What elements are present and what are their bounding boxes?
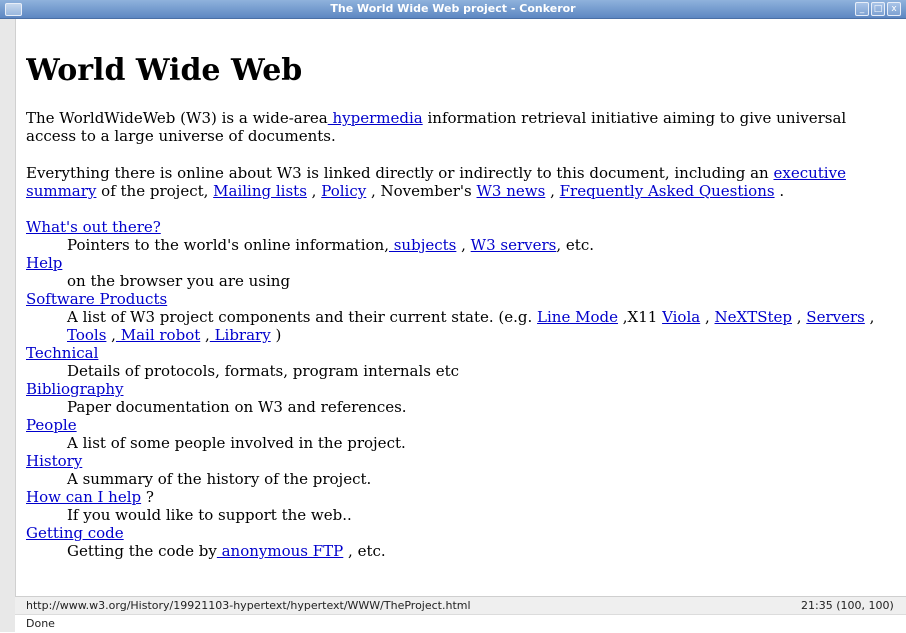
- page-content: World Wide Web The WorldWideWeb (W3) is …: [26, 19, 906, 594]
- minimize-icon[interactable]: _: [855, 2, 869, 16]
- list-item: Technical: [26, 344, 906, 362]
- link-tools[interactable]: Tools: [67, 326, 106, 344]
- list-item-description: A list of W3 project components and thei…: [67, 308, 875, 344]
- link-library[interactable]: Library: [210, 326, 271, 344]
- list-item: Help: [26, 254, 906, 272]
- link-people[interactable]: People: [26, 416, 77, 434]
- list-item: Getting code: [26, 524, 906, 542]
- minibuffer[interactable]: Done: [15, 614, 906, 633]
- status-clock-position: 21:35 (100, 100): [801, 599, 894, 612]
- window-titlebar[interactable]: The World Wide Web project - Conkeror _ …: [0, 0, 906, 19]
- link-line-mode[interactable]: Line Mode: [537, 308, 618, 326]
- link-servers[interactable]: Servers: [806, 308, 865, 326]
- list-item: Bibliography: [26, 380, 906, 398]
- status-url: http://www.w3.org/History/19921103-hyper…: [26, 599, 471, 612]
- link-help[interactable]: Help: [26, 254, 62, 272]
- list-item: Software Products: [26, 290, 906, 308]
- link-w3-servers[interactable]: W3 servers: [471, 236, 557, 254]
- window-title: The World Wide Web project - Conkeror: [330, 2, 576, 15]
- list-item-description: If you would like to support the web..: [67, 506, 352, 524]
- list-item-description: Getting the code by anonymous FTP , etc.: [67, 542, 386, 560]
- list-item-description: A summary of the history of the project.: [67, 470, 372, 488]
- link-viola[interactable]: Viola: [662, 308, 700, 326]
- link-history[interactable]: History: [26, 452, 82, 470]
- link-anonymous-ftp[interactable]: anonymous FTP: [217, 542, 344, 560]
- link-w3-news[interactable]: W3 news: [477, 182, 546, 200]
- list-item: People: [26, 416, 906, 434]
- page-heading: World Wide Web: [26, 53, 303, 88]
- left-frame-border: [0, 19, 16, 632]
- link-technical[interactable]: Technical: [26, 344, 98, 362]
- link-mail-robot[interactable]: Mail robot: [116, 326, 201, 344]
- link-getting-code[interactable]: Getting code: [26, 524, 124, 542]
- list-item: How can I help ?: [26, 488, 154, 506]
- link-mailing-lists[interactable]: Mailing lists: [213, 182, 307, 200]
- link-how-can-i-help[interactable]: How can I help: [26, 488, 141, 506]
- link-whats-out-there[interactable]: What's out there?: [26, 218, 161, 236]
- list-item-description: A list of some people involved in the pr…: [67, 434, 406, 452]
- project-sections-list: What's out there? Pointers to the world'…: [26, 218, 906, 560]
- list-item-description: Details of protocols, formats, program i…: [67, 362, 460, 380]
- link-software-products[interactable]: Software Products: [26, 290, 167, 308]
- list-item-description: Pointers to the world's online informati…: [67, 236, 594, 254]
- link-policy[interactable]: Policy: [321, 182, 366, 200]
- close-icon[interactable]: x: [887, 2, 901, 16]
- status-bar: http://www.w3.org/History/19921103-hyper…: [15, 596, 906, 614]
- maximize-icon[interactable]: □: [871, 2, 885, 16]
- link-subjects[interactable]: subjects: [389, 236, 457, 254]
- minibuffer-text: Done: [26, 617, 55, 630]
- link-hypermedia[interactable]: hypermedia: [328, 109, 422, 127]
- list-item-description: on the browser you are using: [67, 272, 291, 290]
- intro-paragraph: The WorldWideWeb (W3) is a wide-area hyp…: [26, 109, 847, 145]
- list-item: What's out there?: [26, 218, 906, 236]
- link-faq[interactable]: Frequently Asked Questions: [560, 182, 775, 200]
- link-nextstep[interactable]: NeXTStep: [715, 308, 792, 326]
- list-item: History: [26, 452, 906, 470]
- everything-paragraph: Everything there is online about W3 is l…: [26, 164, 846, 200]
- list-item-description: Paper documentation on W3 and references…: [67, 398, 407, 416]
- link-bibliography[interactable]: Bibliography: [26, 380, 124, 398]
